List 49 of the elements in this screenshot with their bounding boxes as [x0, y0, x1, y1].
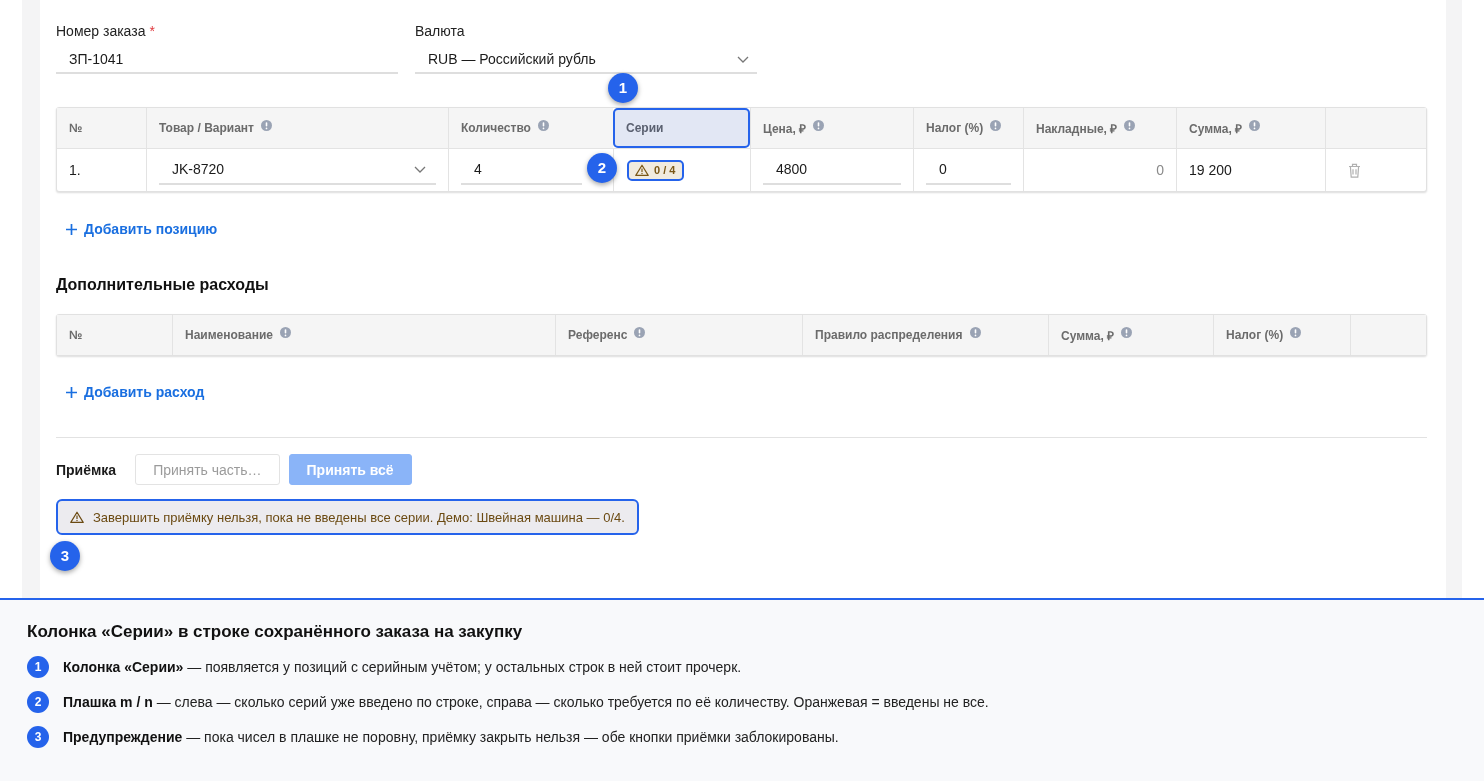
legend-title: Колонка «Серии» в строке сохранённого заказа на закупку: [27, 621, 523, 643]
field-label: Валюта: [415, 22, 465, 40]
step-marker: 3: [50, 541, 80, 571]
column-title: Налог (%): [926, 121, 984, 135]
column-title: №: [69, 328, 83, 342]
tax-input[interactable]: 0: [926, 155, 1011, 185]
field-label: Номер заказа: [56, 22, 146, 40]
column-title: Сумма, ₽: [1061, 327, 1115, 344]
currency-select[interactable]: RUB — Российский рубль: [415, 46, 757, 74]
order-number-input[interactable]: ЗП-1041: [56, 46, 398, 74]
column-title: Количество: [461, 121, 531, 135]
series-count: 0 / 4: [654, 164, 676, 176]
column-title: Серии: [626, 121, 664, 135]
legend-text: Плашка m / n — слева — сколько серий уже введено по строке, справа — сколько требуется по её количеству. Оранжевая = введены не все.: [63, 694, 989, 710]
step-marker: 1: [608, 73, 638, 103]
column-title: Цена, ₽: [763, 120, 807, 137]
add-item-link[interactable]: Добавить позицию: [66, 219, 218, 239]
row-number: 1.: [69, 162, 81, 178]
sum-value: 19 200: [1189, 162, 1232, 178]
price-input[interactable]: 4800: [763, 155, 901, 185]
add-expense-link[interactable]: Добавить расход: [66, 382, 205, 402]
warning-text: Завершить приёмку нельзя, пока не введены все серии. Демо: Швейная машина — 0/4.: [93, 509, 625, 525]
column-title: Товар / Вариант: [159, 121, 254, 135]
column-title: Референс: [568, 328, 628, 342]
overhead-value: 0: [1156, 162, 1164, 178]
step-marker: 3: [27, 726, 49, 748]
column-title: Наименование: [185, 328, 274, 342]
warning-icon: [70, 511, 84, 523]
chevron-icon: [414, 165, 426, 173]
section-title: Дополнительные расходы: [56, 275, 269, 295]
section-label: Приёмка: [56, 461, 117, 478]
column-title: Налог (%): [1226, 328, 1284, 342]
step-marker: 2: [587, 153, 617, 183]
step-marker: 1: [27, 656, 49, 678]
column-title: №: [69, 121, 83, 135]
chevron-icon: [737, 55, 749, 63]
quantity-input[interactable]: 4: [461, 155, 582, 185]
legend-text: Предупреждение — пока чисел в плашке не поровну, приёмку закрыть нельзя — обе кнопки приёмки заблокированы.: [63, 729, 839, 745]
product-select[interactable]: JK-8720: [159, 155, 436, 185]
legend-text: Колонка «Серии» — появляется у позиций с серийным учётом; у остальных строк в ней стоит прочерк.: [63, 659, 742, 675]
step-marker: 2: [27, 691, 49, 713]
plus-icon: [66, 223, 77, 235]
required-mark: *: [149, 22, 155, 40]
column-title: Накладные, ₽: [1036, 120, 1118, 137]
warning-icon: [635, 164, 649, 176]
column-title: Правило распределения: [815, 328, 963, 342]
column-title: Сумма, ₽: [1189, 120, 1243, 137]
plus-icon: [66, 386, 77, 398]
trash-icon[interactable]: [1348, 162, 1361, 178]
